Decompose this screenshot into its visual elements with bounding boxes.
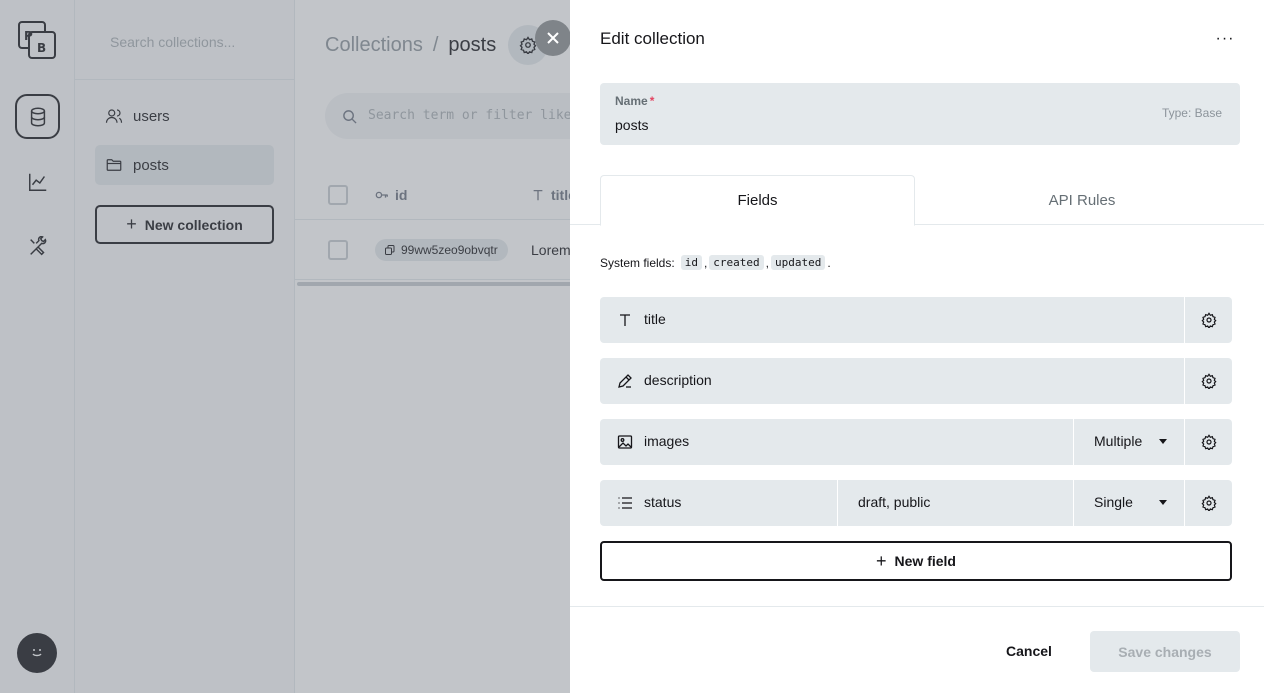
chevron-down-icon [1159,500,1167,505]
collection-type-label[interactable]: Type: Base [1162,106,1222,120]
field-settings-button[interactable] [1184,297,1232,343]
close-panel-button[interactable] [535,20,571,56]
save-changes-button[interactable]: Save changes [1090,631,1240,672]
tab-api-rules[interactable]: API Rules [915,175,1249,225]
field-row-images[interactable]: images Multiple [600,419,1232,465]
close-icon [547,32,559,44]
system-field-updated: updated [771,255,826,270]
chevron-down-icon [1159,439,1167,444]
gear-icon [1200,495,1217,511]
field-name-input[interactable]: status [644,494,681,510]
field-name-input[interactable]: images [644,433,689,449]
panel-tabs: Fields API Rules [570,175,1264,226]
field-row-title[interactable]: title [600,297,1232,343]
tab-fields[interactable]: Fields [600,175,915,226]
field-settings-button[interactable] [1184,358,1232,404]
period: . [827,255,831,270]
comma: , [703,255,708,270]
edit-collection-panel: Edit collection ··· Name * posts Type: Ba… [570,0,1264,693]
system-field-id: id [680,255,702,270]
field-name-input[interactable]: description [644,372,712,388]
panel-title: Edit collection [600,29,705,48]
new-field-button[interactable]: + New field [600,541,1232,581]
more-icon: ··· [1215,30,1235,47]
field-multiplicity-select[interactable]: Single [1073,480,1184,526]
list-icon [618,497,632,509]
field-settings-button[interactable] [1184,480,1232,526]
name-label-text: Name [615,94,648,108]
name-field-label: Name * [615,94,654,108]
gear-icon [1200,434,1217,450]
text-icon [620,314,630,326]
field-row-status[interactable]: status draft, public Single [600,480,1232,526]
field-multiplicity-select[interactable]: Multiple [1073,419,1184,465]
field-options-input[interactable]: draft, public [837,480,1073,526]
system-fields-label: System fields: [600,255,675,270]
system-fields-note: System fields: id , created , updated . [600,255,831,270]
more-options-button[interactable]: ··· [1210,24,1240,54]
pencil-icon [618,374,632,388]
gear-icon [1200,312,1217,328]
field-settings-button[interactable] [1184,419,1232,465]
collection-name-field[interactable]: Name * posts Type: Base [600,83,1240,145]
select-value: Multiple [1094,433,1143,449]
new-field-label: New field [894,553,956,569]
select-value: Single [1094,494,1133,510]
comma: , [765,255,769,270]
plus-icon: + [876,550,887,571]
collection-name-input[interactable]: posts [615,117,648,133]
cancel-button[interactable]: Cancel [985,631,1073,671]
field-name-input[interactable]: title [644,311,666,327]
required-marker: * [649,94,655,108]
image-icon [617,435,633,449]
system-field-created: created [709,255,764,270]
panel-footer: Cancel Save changes [570,606,1264,693]
field-row-description[interactable]: description [600,358,1232,404]
gear-icon [1200,373,1217,389]
